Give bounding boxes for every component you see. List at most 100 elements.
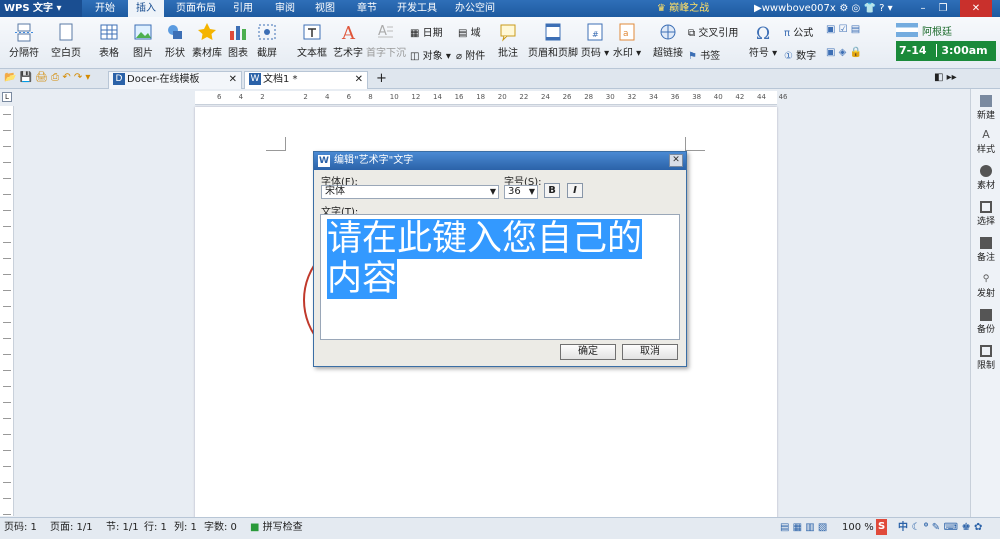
new-tab-icon[interactable]: +	[376, 71, 387, 86]
textbox-button[interactable]: 文本框	[292, 22, 332, 59]
picture-button[interactable]: 图片	[128, 22, 158, 59]
dialog-close-button[interactable]: ✕	[669, 154, 683, 167]
screenshot-button[interactable]: 截屏	[252, 22, 282, 59]
wordart-button[interactable]: A 艺术字	[332, 22, 364, 59]
ime-toolbar[interactable]: 中 ☾ ⁰ ✎ ⌨ ♚ ✿	[898, 520, 982, 536]
ruler-tick-label: 22	[519, 93, 529, 101]
watermark-button[interactable]: a 水印 ▾	[612, 22, 642, 59]
number-button[interactable]: ① 数字	[784, 47, 816, 62]
text-line-1: 请在此键入您自己的	[327, 219, 643, 259]
object-button[interactable]: ◫ 对象 ▾	[410, 47, 451, 62]
tab-developer[interactable]: 开发工具	[394, 0, 440, 17]
view-mode-icons[interactable]: ▤ ▦ ▥ ▧	[780, 520, 827, 536]
ruler-tick-label: 30	[605, 93, 615, 101]
ruler-tick-label: 40	[713, 93, 723, 101]
omega-icon: Ω	[756, 24, 770, 42]
quick-access-toolbar[interactable]: 📂 💾 🖨 ⎙ ↶ ↷ ▾	[4, 72, 90, 83]
close-tab-icon[interactable]: ✕	[229, 72, 237, 88]
sidebar-item-send[interactable]: ⚲ 发射	[971, 273, 1000, 299]
user-account[interactable]: ▶wwwbove007x	[754, 0, 836, 17]
sidebar-item-backup[interactable]: 备份	[971, 309, 1000, 335]
sidebar-item-restrict[interactable]: 限制	[971, 345, 1000, 371]
vruler-tick	[3, 130, 11, 131]
ruler-corner[interactable]: L	[2, 92, 12, 102]
vruler-tick	[3, 210, 11, 211]
app-menu-button[interactable]: WPS 文字 ▾	[0, 0, 82, 17]
crossref-button[interactable]: ⧉ 交叉引用	[688, 24, 738, 39]
minimize-icon[interactable]: –	[914, 0, 932, 17]
bookmark-button[interactable]: ⚑ 书签	[688, 47, 720, 62]
close-tab-icon[interactable]: ✕	[355, 72, 363, 88]
page-break-button[interactable]: 分隔符	[4, 22, 44, 59]
ruler-tick-label: 20	[497, 93, 507, 101]
dialog-title-bar[interactable]: W 编辑"艺术字"文字 ✕	[314, 152, 686, 170]
chart-button[interactable]: 图表	[224, 22, 252, 59]
horizontal-ruler[interactable]: 6 4 2 2 4 6 8 10 12 14 16 18 20 22 24 26 28 30 32 34 36 38 40 4…	[195, 91, 788, 105]
spell-check-button[interactable]: ■ 拼写检查	[250, 520, 303, 536]
field-button[interactable]: ▤ 域	[458, 24, 481, 39]
symbol-button[interactable]: Ω 符号 ▾	[748, 22, 778, 59]
tab-docer-template[interactable]: D Docer-在线模板 ✕	[108, 71, 242, 89]
promo-link[interactable]: ♛ 巅峰之战	[652, 0, 714, 17]
shape-button[interactable]: 形状	[160, 22, 190, 59]
date-button[interactable]: ▦ 日期	[410, 24, 443, 39]
title-tools-icons[interactable]: ⚙ ◎ 👕 ? ▾	[836, 0, 896, 17]
attachment-button[interactable]: ⌀ 附件	[456, 47, 485, 62]
tab-insert[interactable]: 插入	[128, 0, 164, 17]
sidebar-item-select[interactable]: 选择	[971, 201, 1000, 227]
blank-page-button[interactable]: 空白页	[46, 22, 86, 59]
material-library-button[interactable]: 素材库	[192, 22, 222, 59]
vruler-tick	[3, 354, 11, 355]
table-button[interactable]: 表格	[94, 22, 124, 59]
ruler-tick-label: 6	[346, 93, 352, 101]
tab-view[interactable]: 视图	[310, 0, 340, 17]
sidebar-item-new[interactable]: 新建	[971, 95, 1000, 121]
zoom-level[interactable]: 100 %	[842, 520, 874, 536]
tab-layout[interactable]: 页面布局	[172, 0, 220, 17]
star-icon	[198, 23, 216, 40]
clock-time: 3:00am	[936, 44, 988, 57]
vruler-tick	[3, 114, 11, 115]
comment-button[interactable]: 批注	[494, 22, 522, 59]
close-icon[interactable]: ✕	[960, 0, 992, 17]
tab-review[interactable]: 审阅	[270, 0, 300, 17]
hyperlink-button[interactable]: 超链接	[650, 22, 686, 59]
ruler-tick-label: 4	[325, 93, 330, 101]
restore-icon[interactable]: ❐	[934, 0, 952, 17]
table-icon	[100, 24, 118, 40]
sidebar-item-styles[interactable]: A 样式	[971, 129, 1000, 156]
font-select[interactable]: 宋体 ▼	[321, 185, 499, 199]
tab-layout-icons[interactable]: ◧ ▸▸	[934, 72, 957, 83]
cancel-button[interactable]: 取消	[622, 344, 678, 360]
wordart-text-input[interactable]: 请在此键入您自己的 内容	[320, 214, 680, 340]
margin-mark-tl	[266, 137, 286, 151]
dropcap-button[interactable]: A 首字下沉	[366, 22, 406, 59]
world-cup-clock-widget[interactable]: 阿根廷 7-14 3:00am	[896, 23, 996, 63]
tab-office-space[interactable]: 办公空间	[452, 0, 498, 17]
dropcap-icon: A	[378, 24, 393, 39]
page-number-button[interactable]: # 页码 ▾	[580, 22, 610, 59]
ruler-tick-label: 28	[584, 93, 594, 101]
italic-button[interactable]: I	[567, 183, 583, 198]
link-icon: ⚲	[982, 274, 990, 284]
restrict-icon	[980, 345, 992, 357]
ruler-tick-label: 12	[411, 93, 421, 101]
extra-tools-icons-2[interactable]: ▣ ◈ 🔒	[826, 47, 862, 58]
header-footer-button[interactable]: 页眉和页脚	[528, 22, 578, 59]
ok-button[interactable]: 确定	[560, 344, 616, 360]
ime-logo-icon[interactable]: S	[876, 519, 888, 535]
vruler-tick	[3, 514, 11, 515]
bold-button[interactable]: B	[544, 183, 560, 198]
sidebar-item-notes[interactable]: 备注	[971, 237, 1000, 263]
formula-button[interactable]: π 公式	[784, 24, 813, 39]
clock-date: 7-14	[899, 44, 927, 57]
tab-references[interactable]: 引用	[228, 0, 258, 17]
extra-tools-icons[interactable]: ▣ ☑ ▤	[826, 24, 860, 35]
tab-document1[interactable]: W 文档1 * ✕	[244, 71, 368, 89]
tab-home[interactable]: 开始	[90, 0, 120, 17]
vruler-tick	[3, 482, 11, 483]
sidebar-item-material[interactable]: 素材	[971, 165, 1000, 191]
tab-chapter[interactable]: 章节	[352, 0, 382, 17]
ruler-tick-label: 4	[238, 93, 244, 101]
size-select[interactable]: 36 ▼	[504, 185, 538, 199]
